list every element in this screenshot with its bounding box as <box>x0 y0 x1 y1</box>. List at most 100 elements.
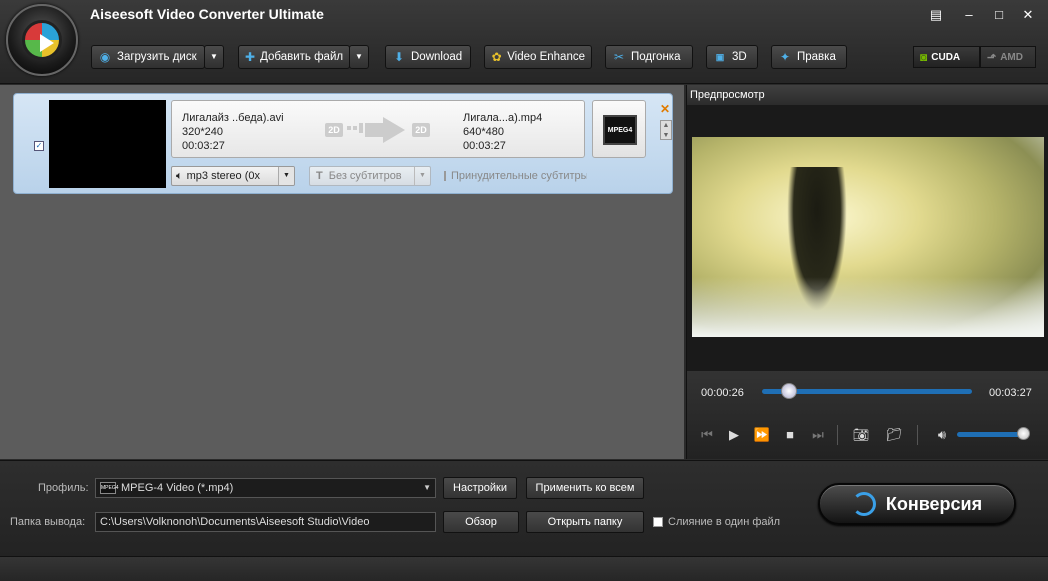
subtitle-value: Без субтитров <box>328 170 402 182</box>
edit-label: Правка <box>797 51 836 63</box>
merge-checkbox[interactable] <box>653 517 663 527</box>
merge-label: Слияние в один файл <box>668 516 781 528</box>
menu-icon[interactable]: ▤ <box>925 6 947 24</box>
profile-select[interactable]: MPEG4 MPEG-4 Video (*.mp4) ▼ <box>95 478 436 498</box>
mpeg4-film-icon: MPEG4 <box>603 115 637 145</box>
play-icon[interactable]: ▶ <box>724 425 744 445</box>
subtitle-select[interactable]: T Без субтитров ▼ <box>309 166 431 186</box>
video-enhance-label: Video Enhance <box>507 51 585 63</box>
skip-back-icon[interactable]: ⏮ <box>697 425 717 445</box>
browse-button[interactable]: Обзор <box>443 511 519 533</box>
camera-icon[interactable]: 📷︎ <box>851 425 871 445</box>
total-time: 00:03:27 <box>989 387 1032 399</box>
file-info-panel: Лигалайз ..беда).avi 320*240 00:03:27 2D… <box>171 100 585 158</box>
chevron-down-icon: ▼ <box>423 483 431 492</box>
3d-button[interactable]: ▣ 3D <box>706 45 758 69</box>
palette-icon: ✿ <box>491 50 502 64</box>
audio-track-value: mp3 stereo (0x <box>186 170 260 182</box>
convert-refresh-icon <box>851 492 876 516</box>
minimize-button[interactable]: – <box>958 6 980 24</box>
folder-icon[interactable]: 📁︎ <box>884 425 904 445</box>
add-file-label: Добавить файл <box>260 51 344 63</box>
open-folder-button[interactable]: Открыть папку <box>526 511 644 533</box>
apply-to-all-button[interactable]: Применить ко всем <box>526 477 644 499</box>
output-folder-input[interactable]: C:\Users\Volknonoh\Documents\Aiseesoft S… <box>95 512 436 532</box>
cuda-label: CUDA <box>931 51 961 63</box>
stop-icon[interactable]: ■ <box>780 425 800 445</box>
fast-forward-icon[interactable]: ⏩ <box>752 425 772 445</box>
current-time: 00:00:26 <box>701 387 744 399</box>
source-info: Лигалайз ..беда).avi 320*240 00:03:27 <box>182 111 284 153</box>
amd-toggle[interactable]: ⬏ AMD <box>980 46 1036 68</box>
source-resolution: 320*240 <box>182 126 223 138</box>
skip-forward-icon[interactable]: ⏭ <box>808 425 828 445</box>
source-duration: 00:03:27 <box>182 140 225 152</box>
download-icon: ⬇ <box>393 50 405 64</box>
3d-icon: ▣ <box>715 52 725 62</box>
forced-subtitles-checkbox[interactable] <box>444 171 446 181</box>
item-scroll-handle[interactable]: ▲ ▼ <box>660 120 672 140</box>
amd-icon: ⬏ <box>987 51 997 64</box>
video-frame-haze <box>692 277 1044 337</box>
output-settings-bar: Профиль: MPEG4 MPEG-4 Video (*.mp4) ▼ На… <box>0 460 1048 556</box>
output-resolution: 640*480 <box>463 126 504 138</box>
app-title: Aiseesoft Video Converter Ultimate <box>90 6 324 22</box>
seek-handle[interactable] <box>781 383 798 399</box>
merge-option[interactable]: Слияние в один файл <box>653 516 780 528</box>
output-filename: Лигала...а).mp4 <box>463 112 543 124</box>
close-button[interactable]: ✕ <box>1017 6 1039 24</box>
profile-label: Профиль: <box>38 482 89 494</box>
download-button[interactable]: ⬇ Download <box>385 45 471 69</box>
profile-value: MPEG-4 Video (*.mp4) <box>121 482 234 494</box>
volume-handle[interactable] <box>1017 427 1030 440</box>
logo-emblem-icon <box>22 20 62 60</box>
file-checkbox[interactable]: ✓ <box>34 141 44 151</box>
output-info: Лигала...а).mp4 640*480 00:03:27 <box>463 111 542 153</box>
status-bar <box>0 556 1048 581</box>
player-controls: 00:00:26 00:03:27 ⏮ ▶ ⏩ ■ ⏭ 📷︎ 📁︎ 🔊︎ <box>687 371 1048 459</box>
file-list: ✓ Лигалайз ..беда).avi 320*240 00:03:27 … <box>0 85 684 459</box>
output-folder-label: Папка вывода: <box>10 516 86 528</box>
preview-video <box>692 137 1044 337</box>
output-2d-badge: 2D <box>412 123 430 137</box>
settings-button[interactable]: Настройки <box>443 477 517 499</box>
forced-subtitles-label: Принудительные субтитры <box>451 170 587 182</box>
3d-label: 3D <box>732 51 747 63</box>
edit-button[interactable]: ✦ Правка <box>771 45 847 69</box>
video-thumbnail <box>49 100 166 188</box>
maximize-button[interactable]: □ <box>988 6 1010 24</box>
load-disc-label: Загрузить диск <box>117 51 197 63</box>
cuda-toggle[interactable]: ◙ CUDA <box>913 46 980 68</box>
video-enhance-button[interactable]: ✿ Video Enhance <box>484 45 592 69</box>
title-bar: Aiseesoft Video Converter Ultimate ▤ – □… <box>0 0 1048 84</box>
file-list-item[interactable]: ✓ Лигалайз ..беда).avi 320*240 00:03:27 … <box>13 93 673 194</box>
app-logo <box>6 4 78 76</box>
load-disc-dropdown[interactable]: ▼ <box>204 45 224 69</box>
speaker-icon: 🔈︎ <box>176 169 183 182</box>
convert-label: Конверсия <box>885 493 983 514</box>
add-file-dropdown[interactable]: ▼ <box>349 45 369 69</box>
controls-divider <box>917 425 918 445</box>
disc-icon: ◉ <box>99 50 111 64</box>
remove-file-icon[interactable]: ✕ <box>660 102 670 116</box>
nvidia-icon: ◙ <box>920 50 928 64</box>
preview-panel: Предпросмотр 00:00:26 00:03:27 ⏮ ▶ ⏩ ■ ⏭… <box>686 85 1048 459</box>
chevron-down-icon: ▼ <box>414 167 430 185</box>
preview-title: Предпросмотр <box>687 85 1048 105</box>
trim-button[interactable]: ✂ Подгонка <box>605 45 693 69</box>
load-disc-button[interactable]: ◉ Загрузить диск <box>91 45 205 69</box>
controls-divider <box>837 425 838 445</box>
source-2d-badge: 2D <box>325 123 343 137</box>
trim-label: Подгонка <box>631 51 681 63</box>
mpeg4-icon: MPEG4 <box>100 482 119 494</box>
convert-button[interactable]: Конверсия <box>818 483 1016 525</box>
volume-icon[interactable]: 🔊︎ <box>932 425 952 445</box>
audio-track-select[interactable]: 🔈︎ mp3 stereo (0x ▼ <box>171 166 295 186</box>
convert-arrow-icon <box>347 117 405 143</box>
add-file-button[interactable]: ✚ Добавить файл <box>238 45 350 69</box>
add-file-icon: ✚ <box>245 50 256 64</box>
logo-play-icon <box>40 34 54 52</box>
forced-subtitles-option[interactable]: Принудительные субтитры <box>444 170 587 182</box>
output-format-button[interactable]: MPEG4 <box>592 100 646 158</box>
download-label: Download <box>411 51 463 63</box>
